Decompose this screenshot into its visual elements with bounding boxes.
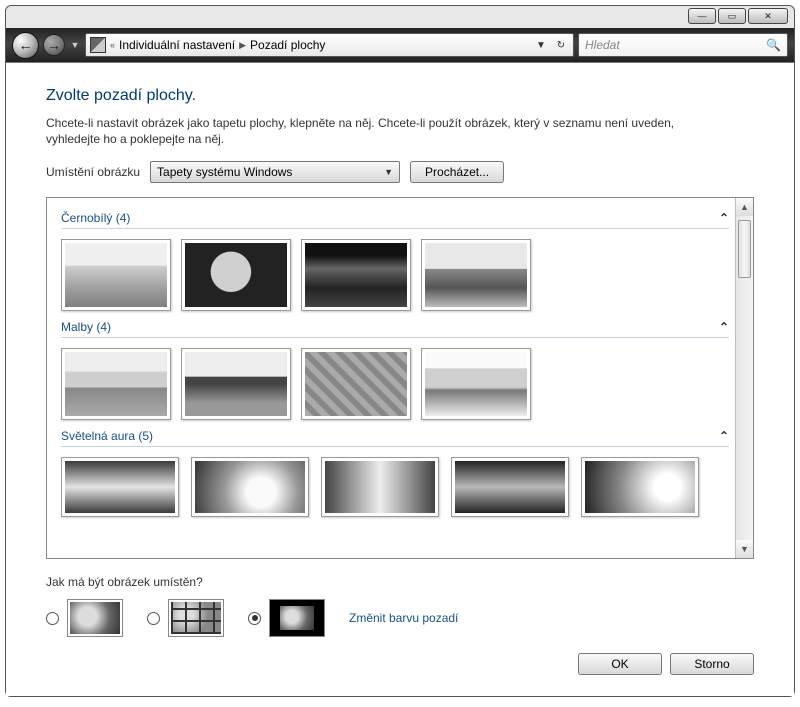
chevron-right-icon: ▶ bbox=[239, 40, 246, 51]
group-header-paintings[interactable]: Malby (4) ⌃ bbox=[61, 317, 729, 338]
collapse-icon: ⌃ bbox=[719, 320, 729, 334]
chevron-left-double-icon: « bbox=[110, 40, 115, 50]
search-icon: 🔍 bbox=[766, 38, 781, 52]
search-input[interactable]: Hledat 🔍 bbox=[578, 33, 788, 57]
scroll-thumb[interactable] bbox=[738, 220, 751, 278]
close-button[interactable]: ✕ bbox=[748, 8, 788, 24]
placement-thumb-fill[interactable] bbox=[67, 599, 123, 637]
arrow-right-icon: → bbox=[47, 37, 61, 53]
location-value: Tapety systému Windows bbox=[157, 165, 292, 179]
address-bar[interactable]: « Individuální nastavení ▶ Pozadí plochy… bbox=[85, 33, 574, 57]
page-title: Zvolte pozadí plochy. bbox=[46, 87, 754, 105]
wallpaper-thumb[interactable] bbox=[191, 457, 309, 517]
nav-toolbar: ← → ▼ « Individuální nastavení ▶ Pozadí … bbox=[6, 28, 794, 62]
content-pane: Zvolte pozadí plochy. Chcete-li nastavit… bbox=[6, 62, 794, 696]
wallpaper-thumb[interactable] bbox=[61, 348, 171, 420]
arrow-left-icon: ← bbox=[19, 37, 33, 53]
refresh-button[interactable]: ↻ bbox=[553, 37, 569, 53]
location-label: Umístění obrázku bbox=[46, 165, 140, 179]
change-background-color-link[interactable]: Změnit barvu pozadí bbox=[349, 611, 458, 625]
wallpaper-thumb[interactable] bbox=[61, 239, 171, 311]
nav-history-dropdown[interactable]: ▼ bbox=[69, 34, 81, 56]
placement-radio-center[interactable] bbox=[248, 612, 261, 625]
breadcrumb-prev[interactable]: Individuální nastavení bbox=[119, 38, 235, 52]
wallpaper-thumb[interactable] bbox=[181, 239, 291, 311]
wallpaper-list: Černobílý (4) ⌃ Malby (4) ⌃ bbox=[46, 197, 754, 559]
page-description: Chcete-li nastavit obrázek jako tapetu p… bbox=[46, 115, 686, 147]
wallpaper-thumb[interactable] bbox=[581, 457, 699, 517]
minimize-button[interactable]: — bbox=[688, 8, 716, 24]
wallpaper-thumb[interactable] bbox=[421, 239, 531, 311]
group-header-bw[interactable]: Černobílý (4) ⌃ bbox=[61, 208, 729, 229]
vertical-scrollbar[interactable]: ▲ ▼ bbox=[735, 198, 753, 558]
titlebar: — ▭ ✕ bbox=[6, 6, 794, 28]
control-panel-icon bbox=[90, 37, 106, 53]
back-button[interactable]: ← bbox=[12, 32, 39, 59]
address-dropdown[interactable]: ▼ bbox=[533, 37, 549, 53]
refresh-icon: ↻ bbox=[557, 40, 565, 51]
wallpaper-thumb[interactable] bbox=[181, 348, 291, 420]
window-frame: — ▭ ✕ ← → ▼ « Individuální nastavení ▶ P… bbox=[5, 5, 795, 697]
wallpaper-thumb[interactable] bbox=[301, 348, 411, 420]
ok-button[interactable]: OK bbox=[578, 653, 662, 675]
forward-button[interactable]: → bbox=[43, 34, 65, 56]
wallpaper-thumb[interactable] bbox=[451, 457, 569, 517]
placement-thumb-center[interactable] bbox=[269, 599, 325, 637]
scroll-track[interactable] bbox=[736, 216, 753, 540]
group-header-aura[interactable]: Světelná aura (5) ⌃ bbox=[61, 426, 729, 447]
wallpaper-thumb[interactable] bbox=[421, 348, 531, 420]
placement-thumb-tile[interactable] bbox=[168, 599, 224, 637]
maximize-button[interactable]: ▭ bbox=[718, 8, 746, 24]
wallpaper-thumb[interactable] bbox=[321, 457, 439, 517]
placement-radio-tile[interactable] bbox=[147, 612, 160, 625]
placement-question: Jak má být obrázek umístěn? bbox=[46, 575, 754, 589]
cancel-button[interactable]: Storno bbox=[670, 653, 754, 675]
collapse-icon: ⌃ bbox=[719, 211, 729, 225]
scroll-down-button[interactable]: ▼ bbox=[736, 540, 753, 558]
wallpaper-thumb[interactable] bbox=[301, 239, 411, 311]
placement-radio-fill[interactable] bbox=[46, 612, 59, 625]
breadcrumb-current[interactable]: Pozadí plochy bbox=[250, 38, 325, 52]
location-combobox[interactable]: Tapety systému Windows bbox=[150, 161, 400, 183]
scroll-up-button[interactable]: ▲ bbox=[736, 198, 753, 216]
search-placeholder: Hledat bbox=[585, 38, 620, 52]
browse-button[interactable]: Procházet... bbox=[410, 161, 504, 183]
collapse-icon: ⌃ bbox=[719, 429, 729, 443]
wallpaper-thumb[interactable] bbox=[61, 457, 179, 517]
